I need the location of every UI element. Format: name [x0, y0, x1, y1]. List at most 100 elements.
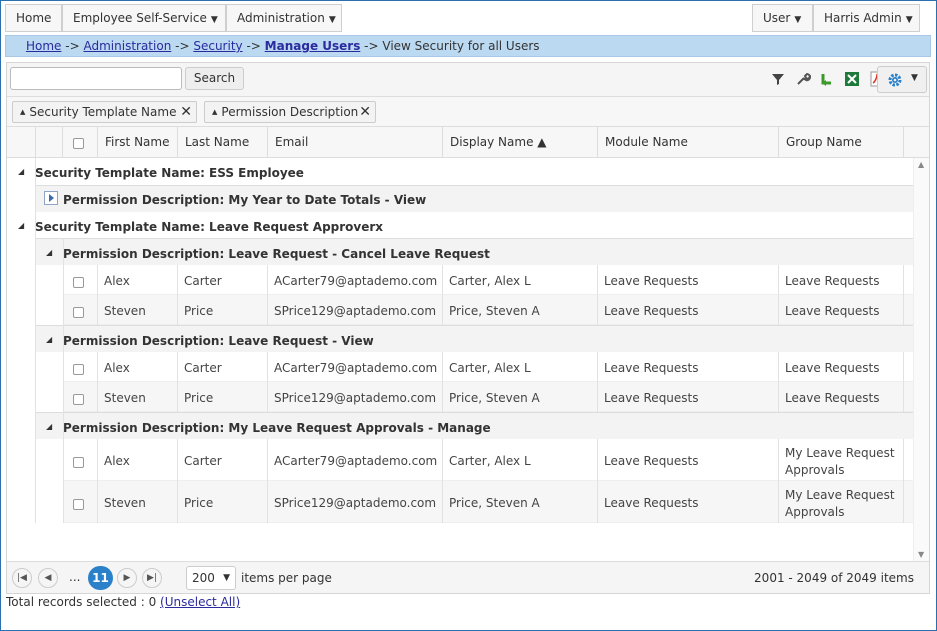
cell-last-name: Price: [184, 496, 214, 510]
select-all-checkbox[interactable]: [73, 138, 84, 149]
collapse-icon[interactable]: ◢: [46, 335, 52, 344]
row-checkbox[interactable]: [73, 277, 84, 288]
breadcrumb-security[interactable]: Security: [193, 39, 242, 53]
toolbar-icons: [765, 71, 885, 89]
header-group-col-2: [35, 127, 62, 158]
breadcrumb-home[interactable]: Home: [26, 39, 61, 53]
cell-group-name: Approvals: [785, 463, 845, 477]
search-input[interactable]: [10, 67, 182, 90]
breadcrumb-administration[interactable]: Administration: [83, 39, 171, 53]
menu-administration[interactable]: Administration ▼: [226, 4, 342, 32]
row-checkbox[interactable]: [73, 499, 84, 510]
row-checkbox[interactable]: [73, 394, 84, 405]
cell-group-name: Leave Requests: [785, 361, 880, 375]
row-checkbox[interactable]: [73, 364, 84, 375]
header-module-name[interactable]: Module Name: [597, 127, 778, 158]
cell-group-name: Leave Requests: [785, 274, 880, 288]
cell-module-name: Leave Requests: [604, 274, 699, 288]
sort-asc-icon: ▲: [212, 108, 218, 116]
excel-icon[interactable]: [844, 71, 860, 87]
column-divider: [442, 352, 443, 412]
breadcrumb: Home -> Administration -> Security -> Ma…: [5, 35, 931, 57]
collapse-icon[interactable]: ◢: [46, 422, 52, 431]
vertical-scrollbar[interactable]: ▲ ▼: [913, 158, 929, 561]
expand-icon[interactable]: [44, 191, 58, 205]
pager-ellipsis[interactable]: ...: [69, 570, 80, 584]
cell-first-name: Steven: [104, 391, 146, 405]
cell-email: ACarter79@aptademo.com: [274, 274, 438, 288]
cell-display-name: Price, Steven A: [449, 391, 540, 405]
cell-display-name: Carter, Alex L: [449, 361, 531, 375]
menu-employee-self-service[interactable]: Employee Self-Service ▼: [62, 4, 226, 32]
cell-group-name: Leave Requests: [785, 391, 880, 405]
chevron-down-icon: ▼: [911, 73, 918, 83]
column-divider: [267, 439, 268, 523]
grid-header: First Name Last Name Email Display Name …: [7, 127, 929, 158]
cell-display-name: Carter, Alex L: [449, 274, 531, 288]
cell-email: SPrice129@aptademo.com: [274, 304, 437, 318]
filter-icon[interactable]: [770, 71, 786, 87]
cell-module-name: Leave Requests: [604, 391, 699, 405]
cell-module-name: Leave Requests: [604, 454, 699, 468]
header-first-name[interactable]: First Name: [97, 127, 177, 158]
column-divider: [177, 439, 178, 523]
last-page-button[interactable]: ▶|: [142, 568, 162, 588]
group-chip-permission-description[interactable]: ▲ Permission Description ✕: [204, 101, 376, 123]
page-size-select[interactable]: 200 ▼: [186, 566, 236, 590]
group-row-year-to-date: Permission Description: My Year to Date …: [63, 193, 427, 207]
settings-button[interactable]: ▼: [877, 66, 927, 93]
header-group-col: [7, 127, 35, 158]
header-group-name[interactable]: Group Name: [778, 127, 903, 158]
column-divider: [442, 439, 443, 523]
collapse-icon[interactable]: ◢: [18, 221, 24, 230]
column-divider: [903, 352, 904, 412]
current-page[interactable]: 11: [88, 566, 113, 590]
column-divider: [903, 265, 904, 325]
column-divider: [177, 352, 178, 412]
refresh-icon[interactable]: [819, 71, 835, 87]
header-display-name[interactable]: Display Name ▲: [442, 127, 597, 158]
group-by-bar: ▲ Security Template Name ✕ ▲ Permission De…: [7, 97, 929, 127]
menu-home[interactable]: Home: [5, 4, 62, 32]
column-divider: [267, 265, 268, 325]
cell-last-name: Price: [184, 304, 214, 318]
collapse-icon[interactable]: ◢: [46, 248, 52, 257]
cell-email: SPrice129@aptademo.com: [274, 391, 437, 405]
search-button[interactable]: Search: [185, 67, 244, 90]
close-icon[interactable]: ✕: [359, 102, 371, 122]
column-divider: [597, 439, 598, 523]
first-page-button[interactable]: |◀: [12, 568, 32, 588]
wrench-icon[interactable]: [795, 71, 811, 87]
scroll-up-icon[interactable]: ▲: [918, 160, 924, 169]
unselect-all-link[interactable]: (Unselect All): [160, 595, 240, 609]
cell-first-name: Alex: [104, 274, 130, 288]
header-spacer: [903, 127, 929, 158]
collapse-icon[interactable]: ◢: [18, 167, 24, 176]
column-divider: [778, 265, 779, 325]
prev-page-button[interactable]: ◀: [38, 568, 58, 588]
row-checkbox[interactable]: [73, 307, 84, 318]
total-records: Total records selected : 0 (Unselect All…: [6, 595, 241, 609]
cell-first-name: Steven: [104, 496, 146, 510]
row-checkbox[interactable]: [73, 457, 84, 468]
header-last-name[interactable]: Last Name: [177, 127, 267, 158]
next-page-button[interactable]: ▶: [117, 568, 137, 588]
cell-display-name: Price, Steven A: [449, 496, 540, 510]
cell-group-name: My Leave Request: [785, 446, 895, 460]
cell-last-name: Carter: [184, 274, 222, 288]
scroll-down-icon[interactable]: ▼: [918, 550, 924, 559]
column-divider: [63, 238, 64, 523]
top-menu: Home Employee Self-Service ▼ Administrati…: [5, 4, 931, 32]
group-chip-security-template[interactable]: ▲ Security Template Name ✕: [12, 101, 197, 123]
cell-email: ACarter79@aptademo.com: [274, 454, 438, 468]
chevron-down-icon: ▼: [328, 15, 336, 25]
column-divider: [778, 352, 779, 412]
column-divider: [97, 265, 98, 325]
close-icon[interactable]: ✕: [180, 102, 192, 122]
menu-account[interactable]: Harris Admin ▼: [813, 4, 920, 32]
menu-user[interactable]: User ▼: [752, 4, 813, 32]
grid-toolbar: Search ▼: [7, 63, 929, 97]
breadcrumb-manage-users[interactable]: Manage Users: [265, 39, 361, 53]
grid-body: ◢ Security Template Name: ESS Employee P…: [7, 158, 913, 561]
header-email[interactable]: Email: [267, 127, 442, 158]
